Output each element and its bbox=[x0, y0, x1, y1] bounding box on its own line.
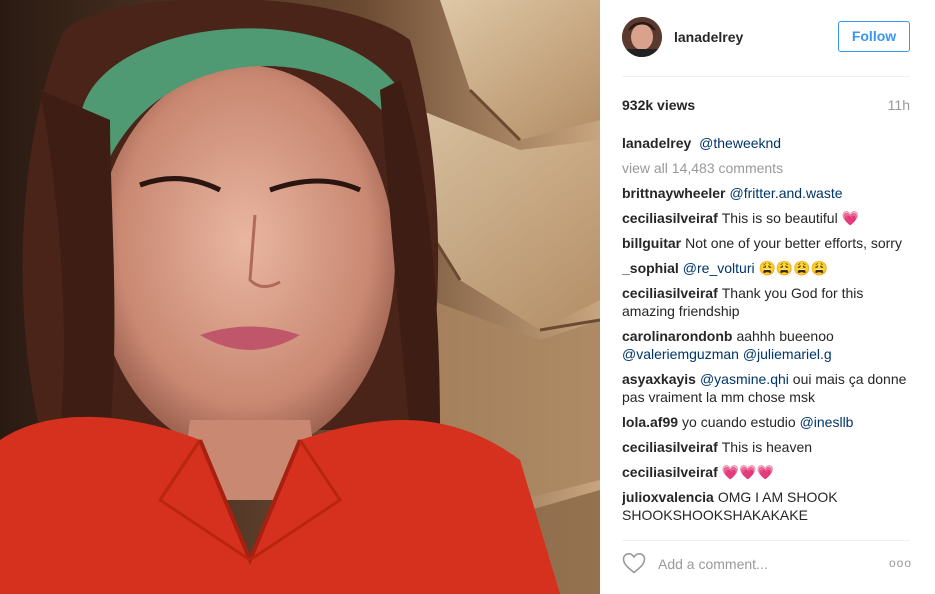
comment-mention[interactable]: @juliemariel.g bbox=[743, 346, 832, 362]
avatar-image bbox=[622, 17, 662, 57]
comment-emoji: 😩😩😩😩 bbox=[758, 260, 829, 276]
comment-username[interactable]: carolinarondonb bbox=[622, 328, 732, 344]
comment-username[interactable]: ceciliasilveiraf bbox=[622, 464, 718, 480]
comment: billguitar Not one of your better efforts… bbox=[622, 234, 910, 252]
comment-username[interactable]: lola.af99 bbox=[622, 414, 678, 430]
post-username[interactable]: lanadelrey bbox=[674, 29, 743, 45]
caption: lanadelrey @theweeknd bbox=[622, 134, 910, 152]
comment: carolinarondonb aahhh bueenoo @valeriemgu… bbox=[622, 327, 910, 363]
comment: brittnaywheeler @fritter.and.waste bbox=[622, 184, 910, 202]
comment-username[interactable]: billguitar bbox=[622, 235, 681, 251]
comment-emoji: 💗 bbox=[841, 210, 860, 226]
comment: ceciliasilveiraf This is heaven bbox=[622, 438, 910, 456]
post-sidebar: lanadelrey Follow 932k views 11h lanadel… bbox=[600, 0, 935, 594]
post-header: lanadelrey Follow bbox=[600, 0, 935, 76]
comment-text: This is so beautiful bbox=[721, 210, 842, 226]
comment-mention[interactable]: @re_volturi bbox=[683, 260, 755, 276]
divider bbox=[622, 76, 910, 77]
view-all-comments-link[interactable]: view all 14,483 comments bbox=[622, 159, 910, 177]
comments-list[interactable]: lanadelrey @theweeknd view all 14,483 co… bbox=[622, 134, 910, 523]
comment-text: yo cuando estudio bbox=[682, 414, 800, 430]
comment-username[interactable]: julioxvalencia bbox=[622, 489, 714, 505]
comment-username[interactable]: ceciliasilveiraf bbox=[622, 285, 718, 301]
add-comment-input[interactable] bbox=[658, 552, 878, 576]
caption-username[interactable]: lanadelrey bbox=[622, 135, 691, 151]
heart-outline-icon[interactable] bbox=[622, 552, 646, 574]
comment-username[interactable]: ceciliasilveiraf bbox=[622, 210, 718, 226]
comment-mention[interactable]: @yasmine.qhi bbox=[700, 371, 789, 387]
post-video[interactable] bbox=[0, 0, 600, 594]
comment: ceciliasilveiraf This is so beautiful 💗 bbox=[622, 209, 910, 227]
caption-mention[interactable]: @theweeknd bbox=[699, 135, 781, 151]
comment-text: Not one of your better efforts, sorry bbox=[685, 235, 902, 251]
post-stats: 932k views 11h bbox=[622, 97, 910, 117]
comment-username[interactable]: brittnaywheeler bbox=[622, 185, 725, 201]
comment-mention[interactable]: @inesllb bbox=[800, 414, 854, 430]
post-age[interactable]: 11h bbox=[888, 97, 910, 113]
comment-emoji: 💗💗💗 bbox=[721, 464, 775, 480]
comment-container: brittnaywheeler @fritter.and.waste cecilia… bbox=[622, 184, 910, 523]
follow-button[interactable]: Follow bbox=[838, 21, 910, 52]
comment: lola.af99 yo cuando estudio @inesllb bbox=[622, 413, 910, 431]
comment-mention[interactable]: @valeriemguzman bbox=[622, 346, 739, 362]
divider bbox=[622, 540, 910, 541]
comment-bar: ooo bbox=[622, 548, 912, 580]
comment-username[interactable]: asyaxkayis bbox=[622, 371, 696, 387]
video-frame bbox=[0, 0, 600, 594]
comment: asyaxkayis @yasmine.qhi oui mais ça donne… bbox=[622, 370, 910, 406]
more-options-icon[interactable]: ooo bbox=[889, 556, 912, 570]
comment-text: aahhh bueenoo bbox=[736, 328, 834, 344]
view-count: 932k views bbox=[622, 97, 696, 113]
comment: julioxvalencia OMG I AM SHOOK SHOOKSHOOKS… bbox=[622, 488, 910, 523]
comment-username[interactable]: ceciliasilveiraf bbox=[622, 439, 718, 455]
comment: ceciliasilveiraf Thank you God for this a… bbox=[622, 284, 910, 320]
comment-text: This is heaven bbox=[721, 439, 813, 455]
instagram-post: lanadelrey Follow 932k views 11h lanadel… bbox=[0, 0, 935, 594]
comment: _sophial @re_volturi 😩😩😩😩 bbox=[622, 259, 910, 277]
comment-mention[interactable]: @fritter.and.waste bbox=[729, 185, 842, 201]
comment: ceciliasilveiraf 💗💗💗 bbox=[622, 463, 910, 481]
avatar[interactable] bbox=[622, 17, 662, 57]
comment-username[interactable]: _sophial bbox=[622, 260, 679, 276]
